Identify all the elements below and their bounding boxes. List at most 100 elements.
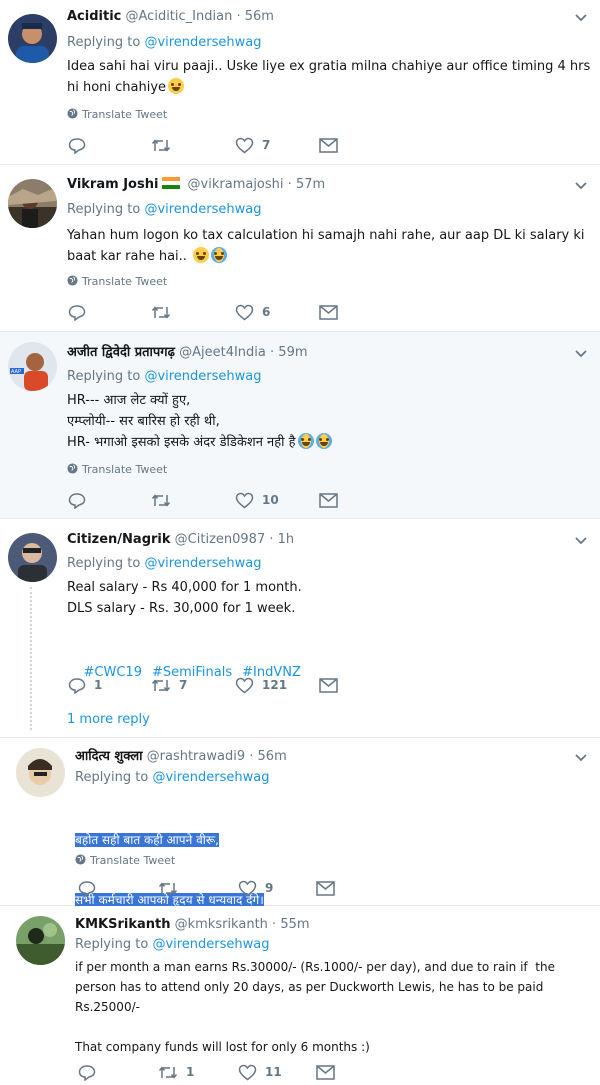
tweet-aditya-shukla[interactable]: आदित्य शुक्ला @rashtrawadi9 · 56m Replyi… — [0, 738, 600, 967]
message-icon — [316, 880, 335, 896]
joy-emoji-icon — [211, 247, 228, 263]
translate-label[interactable]: Translate Tweet — [90, 854, 175, 867]
author-handle[interactable]: @Citizen0987 — [175, 532, 266, 547]
message-button[interactable] — [316, 1062, 335, 1082]
replying-prefix: Replying to — [75, 937, 153, 952]
more-replies-link[interactable]: 1 more reply — [67, 712, 150, 727]
like-button[interactable]: 7 — [235, 135, 270, 155]
caret-down-icon[interactable] — [574, 12, 588, 24]
retweet-button[interactable] — [151, 302, 179, 322]
tweet-text-content: HR--- आज लेट क्यों हुए, एम्प्लोयी-- सर ब… — [67, 393, 296, 450]
tweet-text: HR--- आज लेट क्यों हुए, एम्प्लोयी-- सर ब… — [67, 390, 592, 453]
replying-to-link[interactable]: @virendersehwag — [152, 937, 269, 952]
avatar[interactable] — [16, 748, 65, 797]
translate-tweet[interactable]: Translate Tweet — [67, 108, 167, 122]
avatar[interactable] — [8, 179, 57, 228]
tweet-text: Yahan hum logon ko tax calculation hi sa… — [67, 225, 592, 267]
message-icon — [319, 677, 338, 693]
caret-down-icon[interactable] — [574, 752, 588, 764]
tweet-citizen-nagrik[interactable]: Citizen/Nagrik @Citizen0987 · 1h Replyin… — [0, 519, 600, 738]
author-name[interactable]: Citizen/Nagrik — [67, 532, 171, 547]
message-button[interactable] — [319, 675, 338, 695]
tweet-aciditic[interactable]: Aciditic @Aciditic_Indian · 56m Replying… — [0, 0, 600, 165]
reply-button[interactable] — [78, 1062, 104, 1082]
tweet-actions: 9 — [78, 878, 378, 898]
selected-text-line: बहोत सही बात कही आपने वीरू, — [75, 833, 219, 847]
message-button[interactable] — [319, 302, 338, 322]
like-button[interactable]: 11 — [238, 1062, 282, 1082]
author-name[interactable]: आदित्य शुक्ला — [75, 749, 143, 764]
translate-tweet[interactable]: Translate Tweet — [67, 275, 167, 289]
svg-text:AAP: AAP — [11, 369, 21, 375]
tweet-actions: 7 — [68, 135, 368, 155]
retweet-button[interactable] — [151, 490, 179, 510]
replying-prefix: Replying to — [67, 35, 145, 50]
avatar[interactable] — [8, 14, 57, 63]
reply-button[interactable] — [68, 135, 94, 155]
translate-label[interactable]: Translate Tweet — [82, 275, 167, 288]
retweet-icon — [158, 1065, 178, 1079]
separator-dot: · — [272, 917, 277, 932]
replying-to-link[interactable]: @virendersehwag — [144, 369, 261, 384]
replying-to: Replying to @virendersehwag — [67, 201, 262, 219]
caret-down-icon[interactable] — [574, 180, 588, 192]
author-handle[interactable]: @kmksrikanth — [175, 917, 268, 932]
translate-tweet[interactable]: Translate Tweet — [75, 854, 175, 868]
like-button[interactable]: 6 — [235, 302, 270, 322]
reply-button[interactable]: 1 — [68, 675, 102, 695]
author-handle[interactable]: @rashtrawadi9 — [147, 749, 245, 764]
globe-icon — [75, 854, 86, 865]
replying-to-link[interactable]: @virendersehwag — [144, 556, 261, 571]
like-icon — [235, 304, 254, 320]
tweet-ajeet[interactable]: AAP अजीत द्विवेदी प्रतापगढ़ @Ajeet4India… — [0, 332, 600, 519]
author-handle[interactable]: @Ajeet4India — [179, 345, 266, 360]
message-button[interactable] — [319, 135, 338, 155]
timestamp[interactable]: 1h — [278, 532, 295, 547]
avatar[interactable] — [16, 916, 65, 965]
retweet-button[interactable]: 1 — [158, 1062, 194, 1082]
translate-label[interactable]: Translate Tweet — [82, 463, 167, 476]
retweet-button[interactable] — [151, 135, 179, 155]
avatar[interactable] — [8, 533, 57, 582]
like-icon — [238, 880, 257, 896]
author-name[interactable]: Vikram Joshi — [67, 177, 158, 192]
translate-label[interactable]: Translate Tweet — [82, 108, 167, 121]
author-name[interactable]: Aciditic — [67, 9, 121, 24]
replying-prefix: Replying to — [75, 770, 153, 785]
tweet-vikram-joshi[interactable]: Vikram Joshi @vikramajoshi · 57m Replyin… — [0, 165, 600, 332]
replying-to-link[interactable]: @virendersehwag — [144, 35, 261, 50]
timestamp[interactable]: 59m — [278, 345, 307, 360]
timestamp[interactable]: 56m — [245, 9, 274, 24]
author-handle[interactable]: @Aciditic_Indian — [126, 9, 233, 24]
message-button[interactable] — [316, 878, 335, 898]
like-button[interactable]: 9 — [238, 878, 273, 898]
message-button[interactable] — [319, 490, 338, 510]
separator-dot: · — [236, 9, 241, 24]
timestamp[interactable]: 57m — [296, 177, 325, 192]
replying-to-link[interactable]: @virendersehwag — [144, 202, 261, 217]
reply-icon — [78, 880, 96, 897]
translate-tweet[interactable]: Translate Tweet — [67, 463, 167, 477]
reply-button[interactable] — [68, 490, 94, 510]
tweet-actions: 1 7 121 — [68, 675, 368, 695]
caret-down-icon[interactable] — [574, 535, 588, 547]
tweet-text: Real salary - Rs 40,000 for 1 month. DLS… — [67, 580, 302, 616]
like-button[interactable]: 121 — [235, 675, 287, 695]
avatar[interactable]: AAP — [8, 342, 57, 391]
reply-button[interactable] — [68, 302, 94, 322]
author-name[interactable]: अजीत द्विवेदी प्रतापगढ़ — [67, 345, 175, 360]
reply-icon — [68, 492, 86, 509]
tweet-kmksrikanth[interactable]: KMKSrikanth @kmksrikanth · 55m Replying … — [0, 906, 600, 1085]
globe-icon — [67, 108, 78, 119]
reply-button[interactable] — [78, 878, 104, 898]
like-button[interactable]: 10 — [235, 490, 279, 510]
replying-to-link[interactable]: @virendersehwag — [152, 770, 269, 785]
retweet-button[interactable]: 7 — [151, 675, 187, 695]
retweet-button[interactable] — [158, 878, 186, 898]
replying-to: Replying to @virendersehwag — [67, 34, 262, 52]
caret-down-icon[interactable] — [574, 348, 588, 360]
timestamp[interactable]: 55m — [280, 917, 309, 932]
author-handle[interactable]: @vikramajoshi — [188, 177, 284, 192]
timestamp[interactable]: 56m — [258, 749, 287, 764]
author-name[interactable]: KMKSrikanth — [75, 917, 170, 932]
